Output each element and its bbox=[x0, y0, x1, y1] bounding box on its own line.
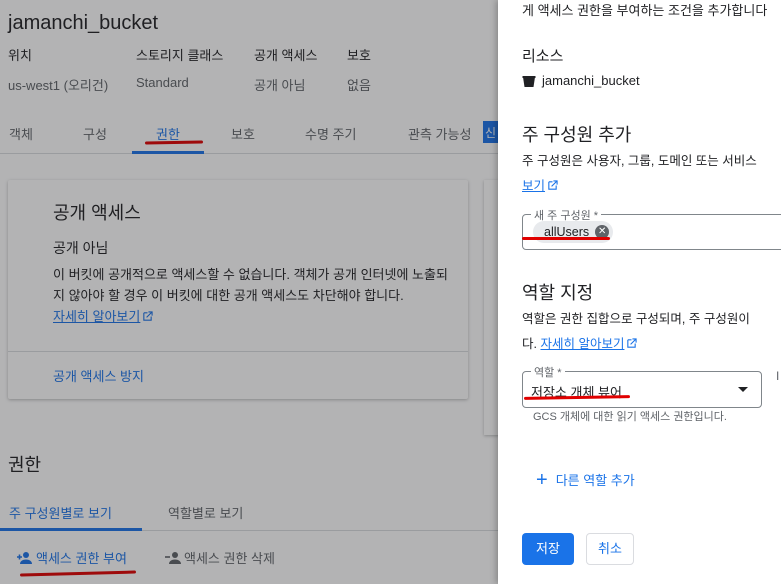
role-hint: GCS 개체에 대한 읽기 액세스 권한입니다. bbox=[533, 411, 727, 423]
assign-roles-heading: 역할 지정 bbox=[522, 283, 594, 303]
bucket-details-page: jamanchi_bucket 위치 us-west1 (오리건) 스토리지 클… bbox=[0, 0, 498, 584]
add-principals-heading: 주 구성원 추가 bbox=[522, 125, 632, 145]
grant-access-panel: 게 액세스 권한을 부여하는 조건을 추가합니다 리소스 jamanchi_bu… bbox=[498, 0, 781, 584]
role-select[interactable]: 역할 * 저장소 개체 뷰어 bbox=[522, 364, 762, 408]
add-another-role-button[interactable]: + 다른 역할 추가 bbox=[536, 468, 635, 491]
save-button[interactable]: 저장 bbox=[522, 533, 574, 565]
modal-scrim[interactable] bbox=[0, 0, 498, 584]
roles-learn-more-label: 자세히 알아보기 bbox=[540, 337, 625, 351]
roles-description-suffix: 다. bbox=[522, 337, 537, 351]
principals-learn-more-link[interactable]: 보기 bbox=[522, 179, 545, 193]
role-label: 역할 * bbox=[531, 364, 565, 380]
principals-description: 주 구성원은 사용자, 그룹, 도메인 또는 서비스 보기 bbox=[522, 149, 781, 199]
resource-heading: 리소스 bbox=[522, 48, 564, 65]
roles-description-text: 역할은 권한 집합으로 구성되며, 주 구성원이 bbox=[522, 312, 750, 326]
resource-item: jamanchi_bucket bbox=[522, 73, 640, 88]
external-link-icon bbox=[548, 180, 558, 190]
bucket-icon bbox=[522, 75, 536, 87]
cut-off-text: I bbox=[776, 369, 780, 383]
principals-learn-more-label: 보기 bbox=[522, 179, 546, 193]
cancel-button[interactable]: 취소 bbox=[586, 533, 634, 565]
resource-name: jamanchi_bucket bbox=[542, 73, 640, 88]
dropdown-arrow-icon bbox=[738, 387, 748, 392]
roles-description: 역할은 권한 집합으로 구성되며, 주 구성원이 다. 자세히 알아보기 bbox=[522, 307, 781, 357]
plus-icon: + bbox=[536, 468, 548, 491]
annotation-underline bbox=[522, 237, 610, 240]
external-link-icon bbox=[627, 338, 638, 348]
roles-learn-more-link[interactable]: 자세히 알아보기 bbox=[540, 337, 624, 351]
add-role-label: 다른 역할 추가 bbox=[555, 473, 635, 488]
principals-description-text: 주 구성원은 사용자, 그룹, 도메인 또는 서비스 bbox=[522, 154, 757, 168]
new-principals-field[interactable]: 새 주 구성원 * allUsers ✕ bbox=[522, 207, 781, 250]
condition-description: 게 액세스 권한을 부여하는 조건을 추가합니다 bbox=[522, 3, 768, 18]
